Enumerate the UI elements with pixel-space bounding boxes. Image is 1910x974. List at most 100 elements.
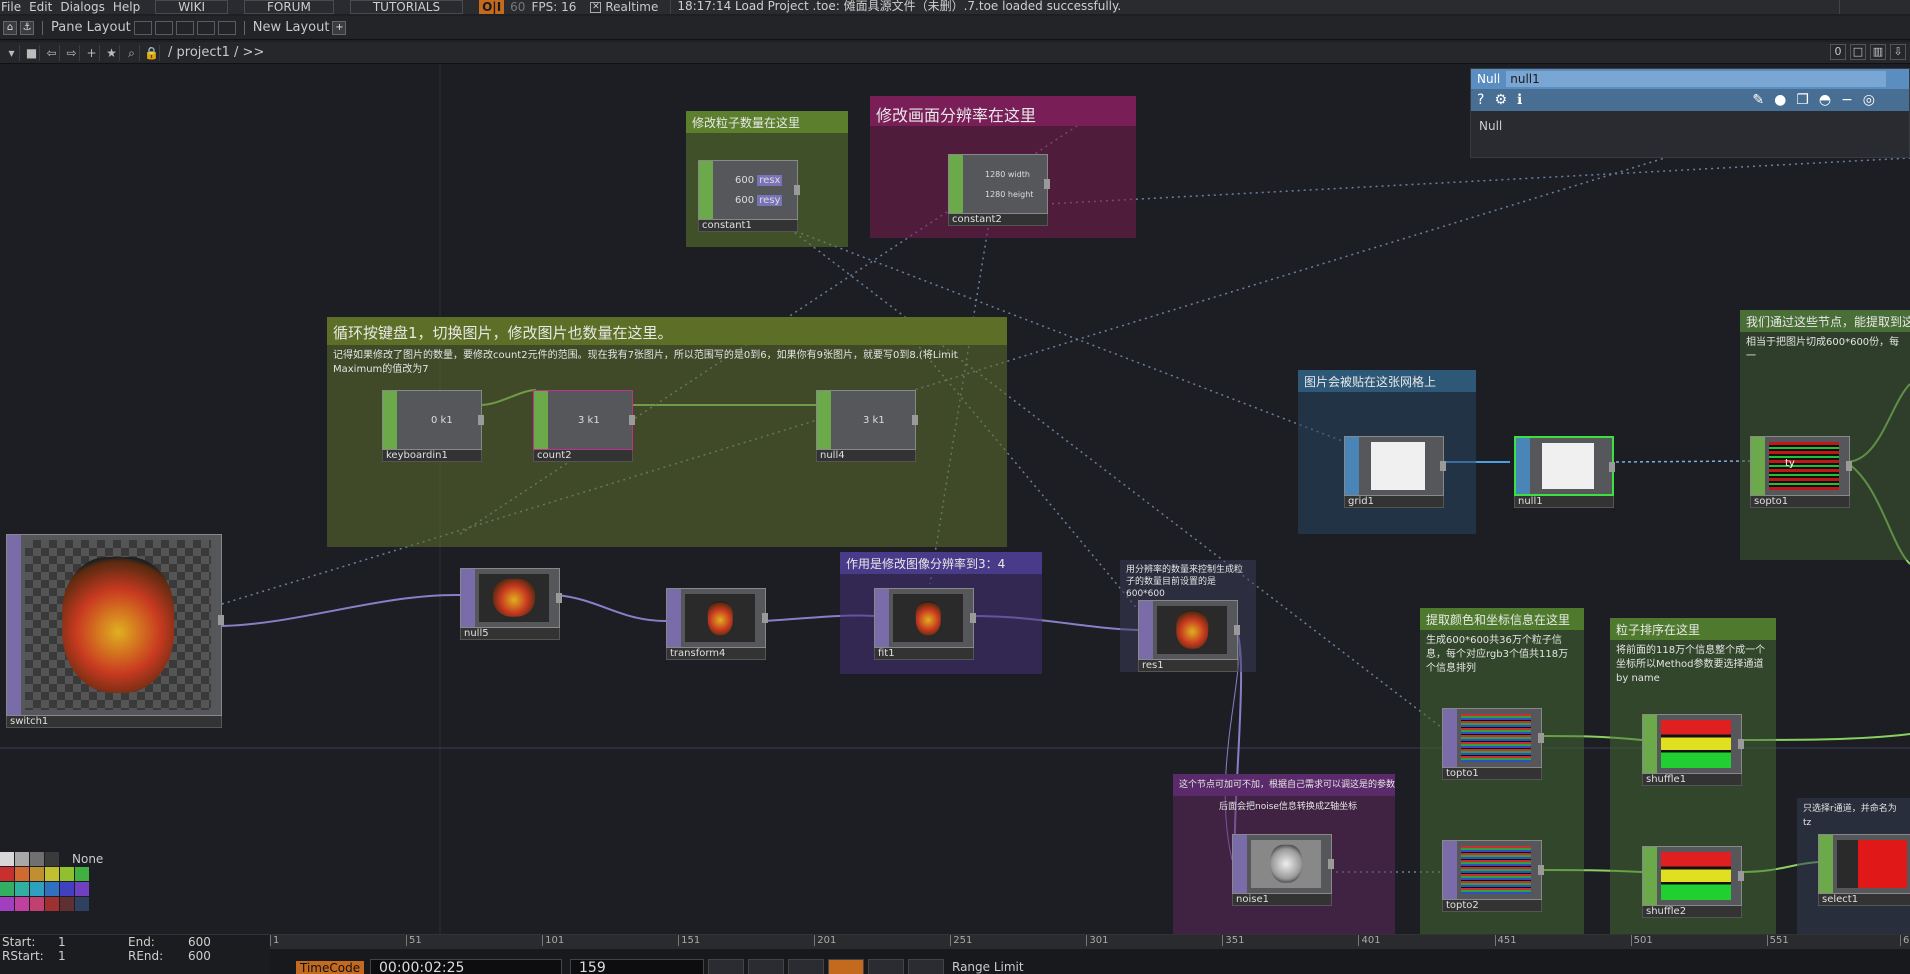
op-name-field[interactable]: null1 bbox=[1506, 71, 1887, 87]
palette-swatch[interactable] bbox=[15, 882, 29, 896]
node-topto2[interactable]: topto2 bbox=[1442, 840, 1544, 912]
realtime-checkbox[interactable]: ✕ bbox=[590, 1, 602, 13]
node-label[interactable]: constant1 bbox=[698, 220, 798, 232]
python-icon[interactable]: ◓ bbox=[1819, 92, 1831, 108]
node-label[interactable]: null4 bbox=[816, 450, 916, 462]
palette-swatch[interactable] bbox=[45, 882, 59, 896]
node-null4[interactable]: 3 k1 null4 bbox=[816, 390, 918, 462]
palette-swatch[interactable] bbox=[15, 852, 29, 866]
node-label[interactable]: constant2 bbox=[948, 214, 1048, 226]
maximize-icon[interactable]: □ bbox=[1850, 44, 1866, 60]
node-fit1[interactable]: fit1 bbox=[874, 588, 976, 660]
node-label[interactable]: shuffle2 bbox=[1642, 906, 1742, 918]
palette-none[interactable]: None bbox=[72, 852, 103, 866]
minus-icon[interactable]: − bbox=[1841, 92, 1853, 108]
rstart-value[interactable]: 1 bbox=[58, 949, 66, 963]
node-label[interactable]: null5 bbox=[460, 628, 560, 640]
layout-four-icon[interactable] bbox=[217, 20, 236, 35]
split-pane-icon[interactable]: ▥ bbox=[1870, 44, 1886, 60]
layout-three-icon[interactable] bbox=[196, 20, 215, 35]
palette-swatch[interactable] bbox=[45, 897, 59, 911]
forward-icon[interactable]: ⇨ bbox=[64, 44, 80, 61]
palette-swatch[interactable] bbox=[0, 852, 14, 866]
step-forward-button[interactable] bbox=[868, 959, 904, 974]
palette-swatch[interactable] bbox=[60, 867, 74, 881]
node-label[interactable]: topto2 bbox=[1442, 900, 1542, 912]
start-value[interactable]: 1 bbox=[58, 935, 66, 949]
node-select1[interactable]: select1 bbox=[1818, 834, 1910, 906]
node-label[interactable]: switch1 bbox=[6, 716, 222, 728]
node-constant2[interactable]: 1280 width 1280 height constant2 bbox=[948, 154, 1050, 226]
lock-icon[interactable]: 🔒 bbox=[144, 44, 160, 61]
layout-split-h-icon[interactable] bbox=[175, 20, 194, 35]
param-tab[interactable]: Null bbox=[1471, 111, 1909, 141]
network-editor[interactable]: 修改粒子数量在这里 修改画面分辨率在这里 循环按键盘1，切换图片，修改图片也数量… bbox=[0, 64, 1910, 934]
node-switch1[interactable]: switch1 bbox=[6, 534, 224, 728]
node-label[interactable]: res1 bbox=[1138, 660, 1238, 672]
node-res1[interactable]: res1 bbox=[1138, 600, 1240, 672]
node-label[interactable]: keyboardin1 bbox=[382, 450, 482, 462]
comment-icon[interactable]: ● bbox=[1774, 92, 1786, 108]
fast-forward-button[interactable] bbox=[908, 959, 944, 974]
timecode-toggle[interactable]: TimeCode bbox=[296, 961, 365, 974]
add-operator-icon[interactable]: + bbox=[84, 44, 100, 61]
palette-swatch[interactable] bbox=[45, 852, 59, 866]
collapse-icon[interactable]: ▾ bbox=[4, 44, 20, 61]
edit-icon[interactable]: ✎ bbox=[1752, 92, 1764, 108]
back-icon[interactable]: ⇦ bbox=[44, 44, 60, 61]
info-icon[interactable]: ℹ bbox=[1517, 92, 1522, 108]
node-constant1[interactable]: 600 resx 600 resy constant1 bbox=[698, 160, 800, 232]
node-topto1[interactable]: topto1 bbox=[1442, 708, 1544, 780]
forum-button[interactable]: FORUM bbox=[244, 0, 334, 14]
node-label[interactable]: transform4 bbox=[666, 648, 766, 660]
node-sopto1[interactable]: ty sopto1 bbox=[1750, 436, 1852, 508]
node-label[interactable]: null1 bbox=[1514, 496, 1614, 508]
python-help-icon[interactable]: ⚙ bbox=[1494, 92, 1507, 108]
menu-file[interactable]: File bbox=[0, 0, 28, 14]
network-path[interactable]: / project1 / >> bbox=[168, 45, 264, 60]
palette-swatch[interactable] bbox=[30, 867, 44, 881]
node-shuffle2[interactable]: shuffle2 bbox=[1642, 846, 1744, 918]
rend-value[interactable]: 600 bbox=[188, 949, 211, 963]
annotation-extract[interactable]: 我们通过这些节点，能提取到这个 相当于把图片切成600*600份，每一 bbox=[1740, 310, 1910, 560]
node-grid1[interactable]: grid1 bbox=[1344, 436, 1446, 508]
palette-swatch[interactable] bbox=[75, 897, 89, 911]
frame-display[interactable]: 159 bbox=[570, 959, 704, 974]
end-value[interactable]: 600 bbox=[188, 935, 211, 949]
node-keyboardin1[interactable]: 0 k1 keyboardin1 bbox=[382, 390, 484, 462]
rewind-button[interactable] bbox=[708, 959, 744, 974]
palette-swatch[interactable] bbox=[15, 897, 29, 911]
palette-swatch[interactable] bbox=[30, 882, 44, 896]
play-back-button[interactable] bbox=[788, 959, 824, 974]
node-label[interactable]: sopto1 bbox=[1750, 496, 1850, 508]
node-count2[interactable]: 3 k1 count2 bbox=[533, 390, 635, 462]
timecode-display[interactable]: 00:00:02:25 bbox=[370, 959, 562, 974]
node-label[interactable]: fit1 bbox=[874, 648, 974, 660]
palette-swatch[interactable] bbox=[75, 882, 89, 896]
play-button[interactable] bbox=[828, 959, 864, 974]
palette-swatch[interactable] bbox=[75, 867, 89, 881]
layout-split-v-icon[interactable] bbox=[154, 20, 173, 35]
layout-single-icon[interactable] bbox=[133, 20, 152, 35]
node-label[interactable]: grid1 bbox=[1344, 496, 1444, 508]
anchor-icon[interactable]: ⚓ bbox=[20, 20, 34, 35]
palette-swatch[interactable] bbox=[60, 882, 74, 896]
tutorials-button[interactable]: TUTORIALS bbox=[349, 0, 464, 14]
palette-swatch[interactable] bbox=[60, 897, 74, 911]
node-label[interactable]: select1 bbox=[1818, 894, 1910, 906]
palette-swatch[interactable] bbox=[0, 897, 14, 911]
menu-edit[interactable]: Edit bbox=[28, 0, 59, 14]
palette-swatch[interactable] bbox=[30, 897, 44, 911]
node-null1[interactable]: null1 bbox=[1514, 436, 1615, 508]
node-transform4[interactable]: transform4 bbox=[666, 588, 768, 660]
timeline-ruler[interactable]: 151101151201251301351401451501551600 bbox=[270, 935, 1910, 949]
search-icon[interactable]: ⌕ bbox=[124, 44, 140, 61]
menu-dialogs[interactable]: Dialogs bbox=[59, 0, 111, 14]
palette-swatch[interactable] bbox=[45, 867, 59, 881]
node-shuffle1[interactable]: shuffle1 bbox=[1642, 714, 1744, 786]
node-label[interactable]: topto1 bbox=[1442, 768, 1542, 780]
palette-swatch[interactable] bbox=[15, 867, 29, 881]
palette-swatch[interactable] bbox=[30, 852, 44, 866]
palette-swatch[interactable] bbox=[0, 867, 14, 881]
oi-toggle[interactable]: O|I bbox=[479, 0, 505, 14]
